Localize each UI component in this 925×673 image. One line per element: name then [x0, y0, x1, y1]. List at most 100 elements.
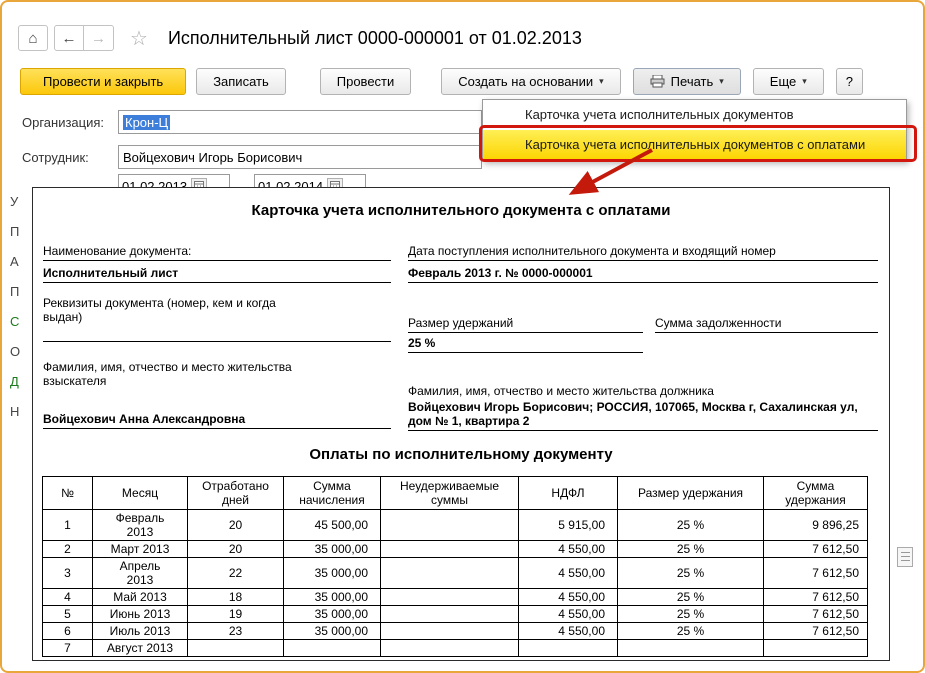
payments-col-header: Неудерживаемые суммы — [380, 476, 519, 510]
receipt-value: Февраль 2013 г. № 0000-000001 — [408, 266, 878, 283]
app-window: ⌂ ← → ☆ Исполнительный лист 0000-000001 … — [0, 0, 925, 673]
payments-table-cell: 6 — [42, 622, 93, 640]
payments-table-cell: 25 % — [617, 540, 764, 558]
print-form-title: Карточка учета исполнительного документа… — [251, 202, 671, 219]
write-button[interactable]: Записать — [196, 68, 286, 95]
more-label: Еще — [769, 74, 797, 89]
payments-table-cell: 7 612,50 — [763, 540, 868, 558]
payments-table-cell — [380, 588, 519, 606]
post-and-close-button[interactable]: Провести и закрыть — [20, 68, 187, 95]
payments-table-cell: 7 — [42, 639, 93, 657]
debtor-label: Фамилия, имя, отчество и место жительств… — [408, 384, 714, 398]
requisites-value-line — [43, 328, 391, 342]
back-button[interactable]: ← — [54, 25, 84, 51]
payments-col-header: Месяц — [92, 476, 188, 510]
payments-table-cell — [380, 540, 519, 558]
print-label: Печать — [670, 74, 714, 89]
favorite-star-icon[interactable]: ☆ — [130, 26, 148, 51]
payments-table-cell — [617, 639, 764, 657]
home-icon: ⌂ — [28, 29, 38, 47]
print-dropdown-menu: Карточка учета исполнительных документов… — [482, 99, 907, 161]
payments-table-cell — [380, 639, 519, 657]
history-nav: ← → — [54, 25, 114, 51]
withhold-rate-value: 25 % — [408, 336, 643, 353]
clipped-form-label: Д — [10, 374, 19, 389]
more-button[interactable]: Еще ▾ — [752, 68, 824, 95]
menu-item-card[interactable]: Карточка учета исполнительных документов — [483, 100, 906, 130]
doc-name-label: Наименование документа: — [43, 244, 391, 261]
payments-table-cell — [380, 622, 519, 640]
back-arrow-icon: ← — [61, 29, 77, 47]
help-button[interactable]: ? — [835, 68, 864, 95]
clipped-form-label: О — [10, 344, 21, 359]
employee-value: Войцехович Игорь Борисович — [123, 149, 303, 165]
forward-button[interactable]: → — [84, 25, 114, 51]
payments-table-cell: 7 612,50 — [763, 622, 868, 640]
payments-table-cell: 25 % — [617, 605, 764, 623]
payments-table-row: 7 Август 2013 — [42, 639, 868, 657]
employee-input[interactable]: Войцехович Игорь Борисович — [118, 145, 482, 169]
clipped-form-label: П — [10, 284, 20, 299]
payments-table-cell: 20 — [187, 509, 284, 541]
clipped-form-label: Н — [10, 404, 20, 419]
payments-table-cell: 7 612,50 — [763, 605, 868, 623]
chevron-down-icon: ▾ — [719, 76, 724, 86]
payments-table-cell: 35 000,00 — [283, 605, 381, 623]
debtor-value: Войцехович Игорь Борисович; РОССИЯ, 1070… — [408, 400, 878, 431]
organization-input[interactable]: Крон-Ц — [118, 110, 482, 134]
payments-table-row: 2 Март 2013 20 35 000,00 4 550,00 25 % 7 612,5… — [42, 540, 868, 558]
payments-table-row: 6 Июль 2013 23 35 000,00 4 550,00 25 % 7 612,5… — [42, 622, 868, 640]
payments-table-cell: Март 2013 — [92, 540, 188, 558]
chevron-down-icon: ▾ — [802, 76, 807, 86]
menu-item-card-with-payments[interactable]: Карточка учета исполнительных документов… — [483, 130, 906, 160]
payments-table-cell: 4 — [42, 588, 93, 606]
payments-table-cell — [380, 557, 519, 589]
command-bar: Провести и закрыть Записать Провести Соз… — [20, 68, 864, 95]
payments-table-cell — [380, 509, 519, 541]
create-based-on-button[interactable]: Создать на основании ▾ — [441, 68, 621, 95]
payments-section-title: Оплаты по исполнительному документу — [309, 446, 613, 463]
withhold-rate-label: Размер удержаний — [408, 316, 643, 333]
payments-table-cell: 22 — [187, 557, 284, 589]
home-button[interactable]: ⌂ — [18, 25, 48, 51]
clipped-form-label: П — [10, 224, 20, 239]
payments-table-cell: Май 2013 — [92, 588, 188, 606]
receipt-label: Дата поступления исполнительного докумен… — [408, 244, 878, 261]
payments-table-cell — [380, 605, 519, 623]
left-strip: УПАПСОДН — [10, 194, 30, 419]
payments-table-row: 5 Июнь 2013 19 35 000,00 4 550,00 25 % 7 612,5… — [42, 605, 868, 623]
payments-table-cell: Апрель 2013 — [92, 557, 188, 589]
payments-table-cell — [518, 639, 618, 657]
titlebar: ⌂ ← → ☆ Исполнительный лист 0000-000001 … — [2, 2, 923, 60]
payments-col-header: Размер удержания — [617, 476, 764, 510]
payments-table-cell: 35 000,00 — [283, 622, 381, 640]
payments-table-cell: 35 000,00 — [283, 557, 381, 589]
payments-table-cell: Июль 2013 — [92, 622, 188, 640]
payments-table-cell: 23 — [187, 622, 284, 640]
payments-table-row: 4 Май 2013 18 35 000,00 4 550,00 25 % 7 612,50 — [42, 588, 868, 606]
payments-table-row: 1 Февраль 2013 20 45 500,00 5 915,00 25 % 9 89… — [42, 509, 868, 541]
employee-label: Сотрудник: — [22, 150, 89, 165]
payments-table-cell: Июнь 2013 — [92, 605, 188, 623]
payments-table-cell: 4 550,00 — [518, 540, 618, 558]
payments-table-cell: 7 612,50 — [763, 588, 868, 606]
payments-table-cell: 35 000,00 — [283, 540, 381, 558]
payments-table-cell: 25 % — [617, 588, 764, 606]
print-button[interactable]: Печать ▾ — [632, 68, 741, 95]
payments-table-cell — [187, 639, 284, 657]
payments-table-cell: 45 500,00 — [283, 509, 381, 541]
payments-col-header: № — [42, 476, 93, 510]
claimant-label: Фамилия, имя, отчество и место жительств… — [43, 360, 292, 388]
partial-sidebar-icon — [897, 547, 913, 567]
payments-table-cell: 3 — [42, 557, 93, 589]
payments-table-cell: Август 2013 — [92, 639, 188, 657]
payments-table-cell: 2 — [42, 540, 93, 558]
payments-table-cell: 25 % — [617, 509, 764, 541]
clipped-form-label: С — [10, 314, 20, 329]
print-form-preview: Карточка учета исполнительного документа… — [32, 187, 890, 661]
payments-table-cell: 20 — [187, 540, 284, 558]
create-based-on-label: Создать на основании — [458, 74, 594, 89]
payments-table-cell: 18 — [187, 588, 284, 606]
organization-label: Организация: — [22, 115, 105, 130]
post-button[interactable]: Провести — [319, 68, 412, 95]
